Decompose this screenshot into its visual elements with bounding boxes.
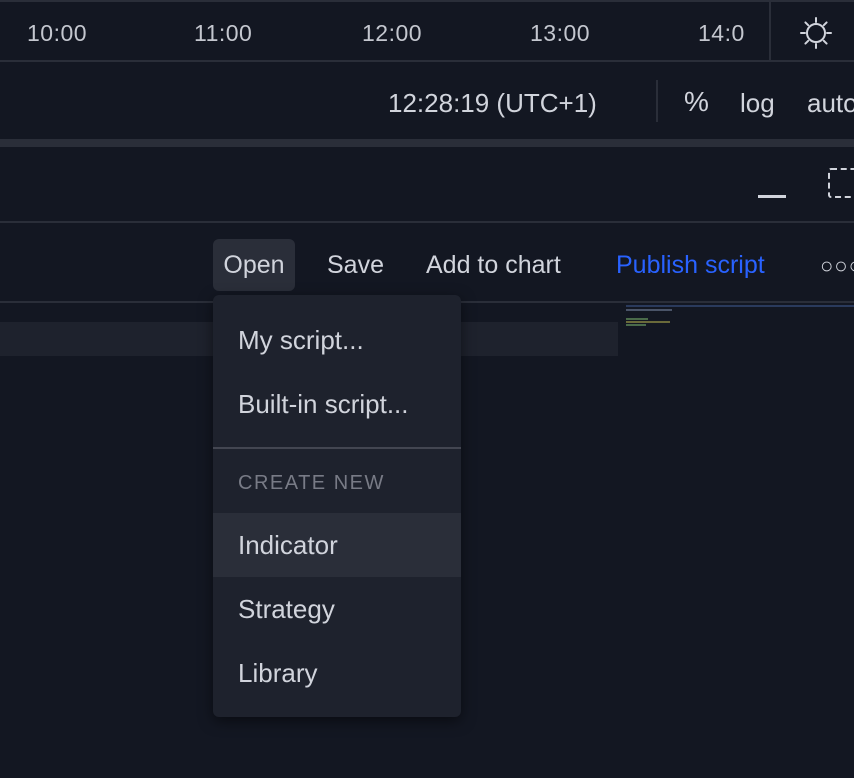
menu-item-strategy[interactable]: Strategy [213,577,461,641]
log-scale-button[interactable]: log [740,88,775,119]
minimize-icon[interactable] [758,195,786,198]
percent-scale-button[interactable]: % [684,86,709,118]
save-button[interactable]: Save [327,239,384,291]
time-axis-label: 14:0 [698,20,745,46]
clock-time[interactable]: 12:28:19 (UTC+1) [388,88,597,119]
auto-scale-button[interactable]: auto [807,88,854,119]
menu-section-title: CREATE NEW [238,472,385,494]
time-axis-label: 10:00 [27,20,88,46]
status-separator [656,80,658,122]
maximize-icon[interactable] [828,168,854,198]
menu-item-indicator[interactable]: Indicator [213,513,461,577]
publish-script-button[interactable]: Publish script [616,239,765,291]
menu-item-built-in-script[interactable]: Built-in script... [213,372,461,436]
time-axis-label: 13:00 [530,20,591,46]
ellipsis-icon[interactable]: ○○○ [820,253,854,279]
price-scale-divider [769,0,771,61]
editor-panel-header [0,147,854,223]
gear-icon[interactable] [799,16,833,50]
time-axis-label: 12:00 [362,20,423,46]
time-axis-label: 11:00 [194,20,253,46]
menu-item-my-script[interactable]: My script... [213,308,461,372]
panel-resize-handle[interactable] [0,139,854,147]
code-minimap[interactable] [626,305,854,331]
add-to-chart-button[interactable]: Add to chart [426,239,561,291]
open-button[interactable]: Open [213,239,295,291]
menu-item-library[interactable]: Library [213,641,461,705]
menu-divider [213,447,461,449]
